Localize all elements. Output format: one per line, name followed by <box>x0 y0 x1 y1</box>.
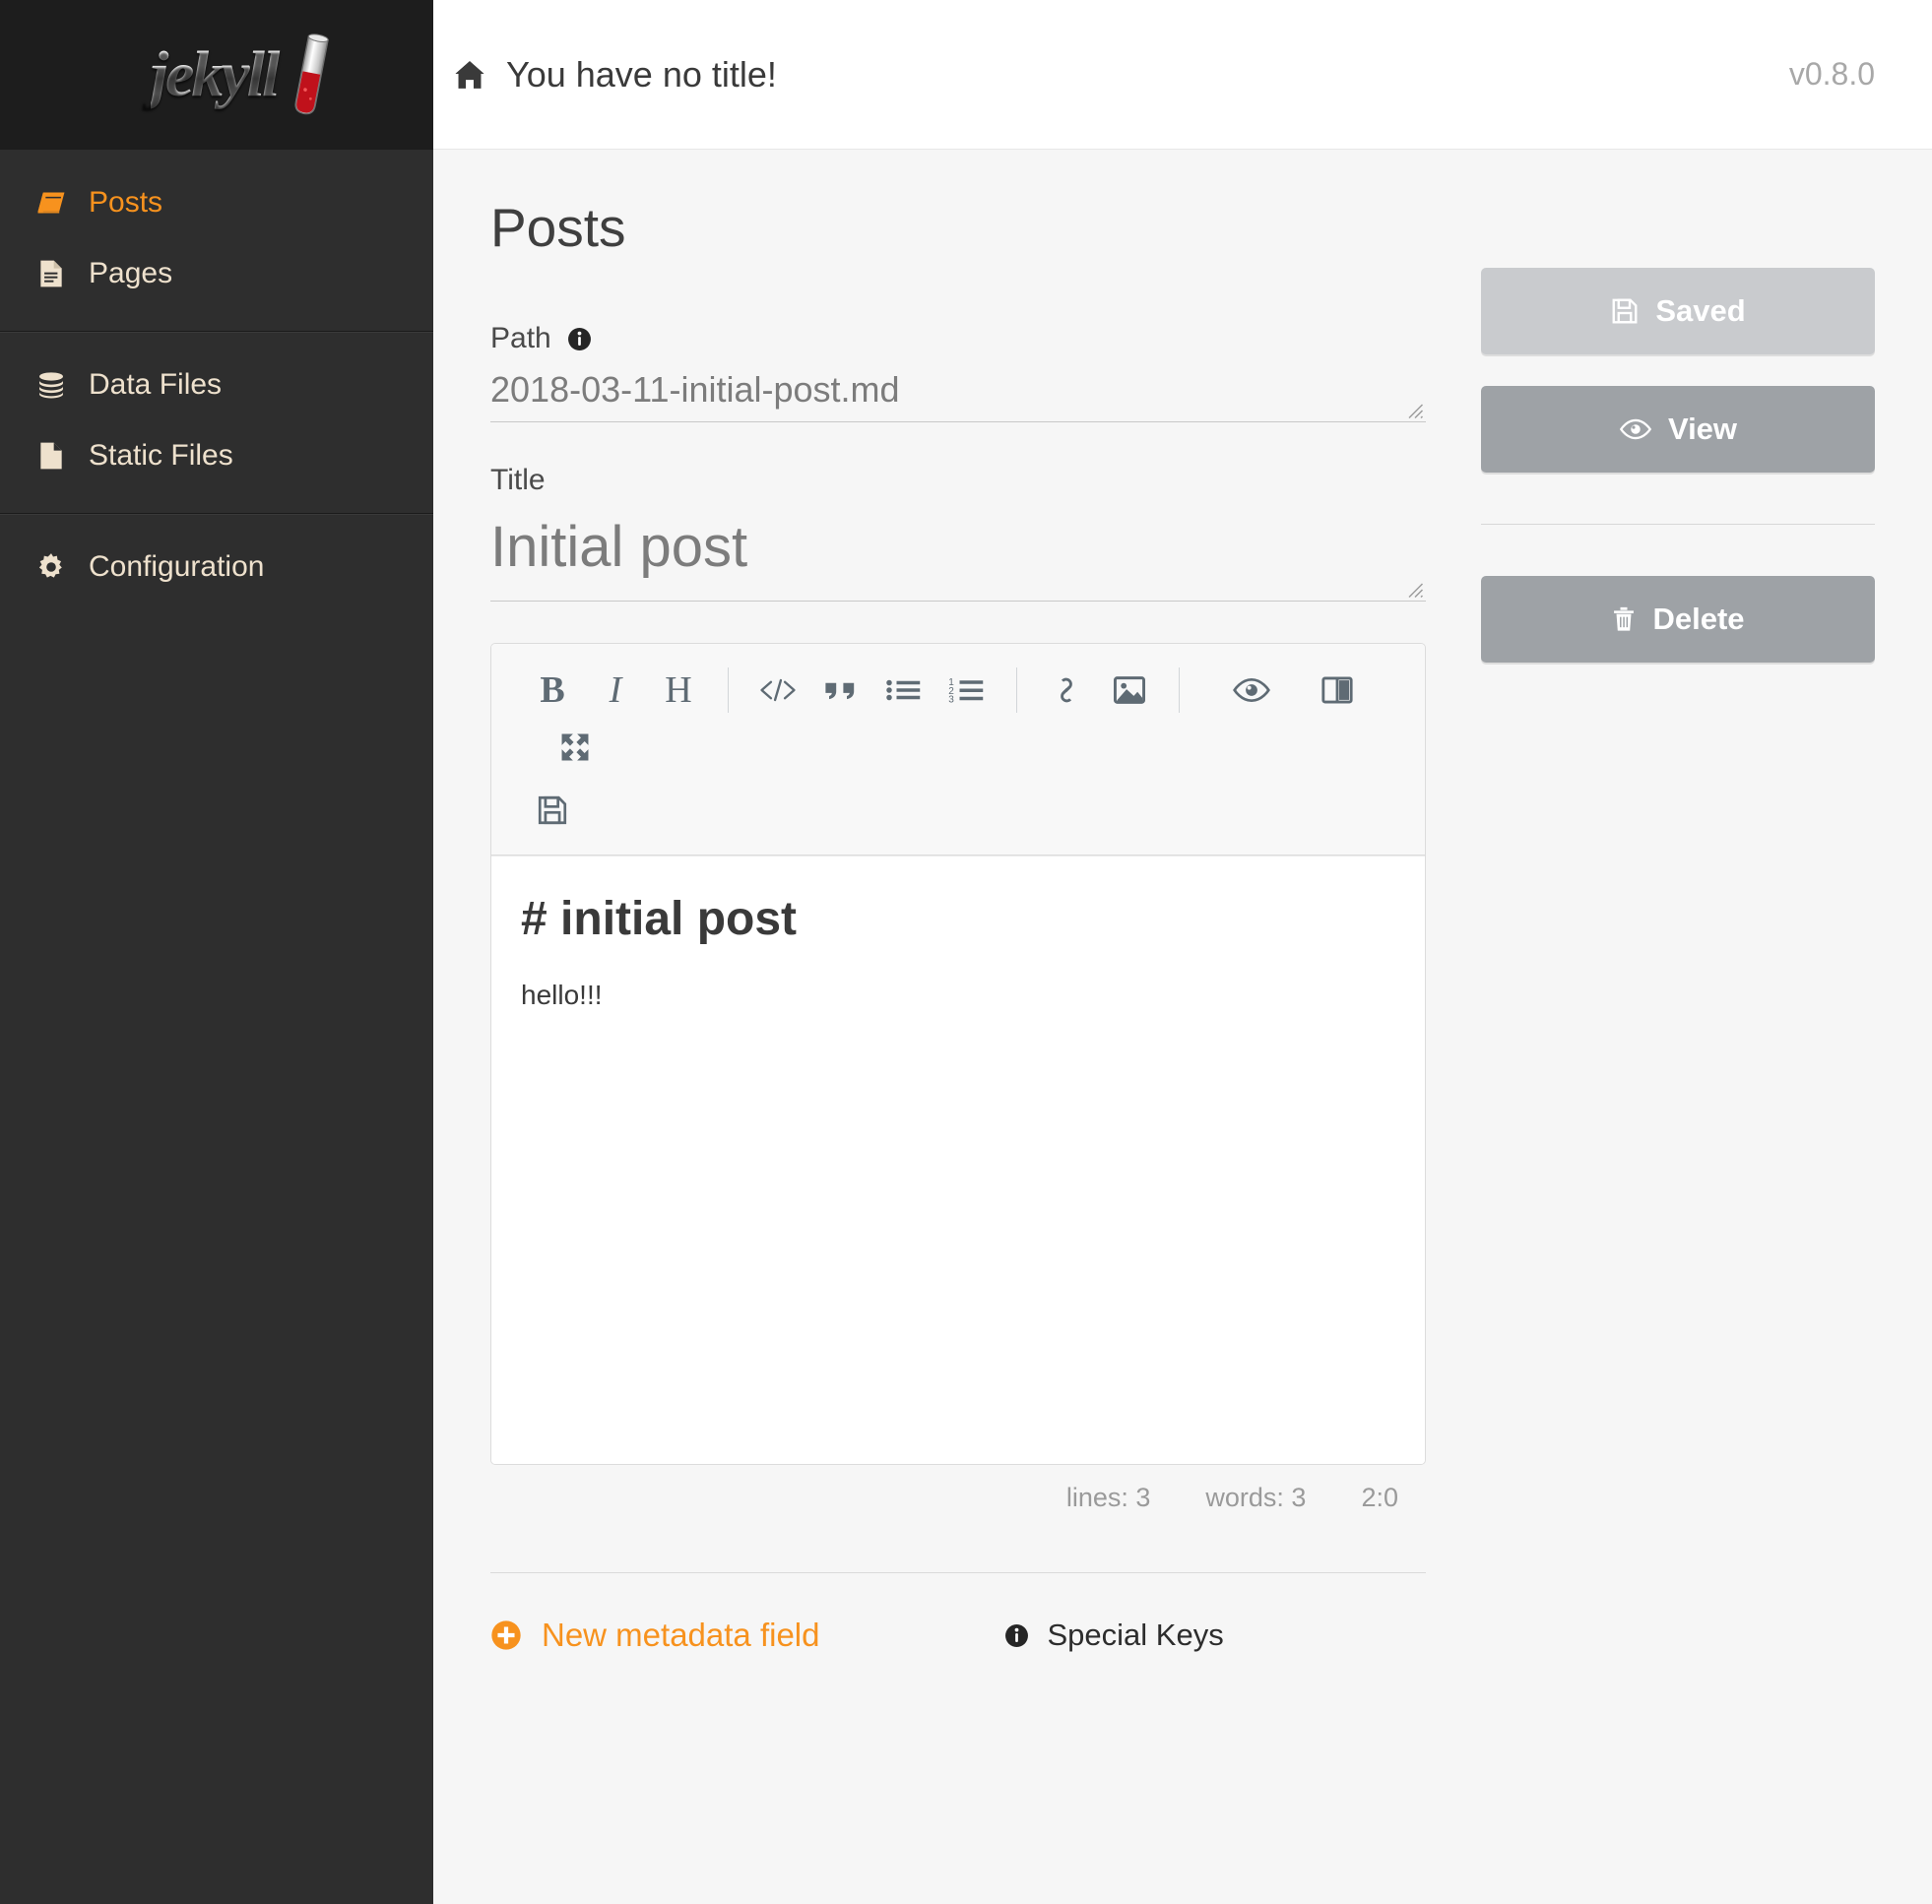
preview-eye-icon[interactable] <box>1223 662 1280 719</box>
title-input[interactable] <box>490 507 1426 602</box>
sidebar-group-settings: Configuration <box>0 514 433 624</box>
sidebar-item-data-files[interactable]: Data Files <box>0 349 433 420</box>
editor-toolbar-row-2 <box>521 776 1395 839</box>
sidebar-item-static-files[interactable]: Static Files <box>0 420 433 491</box>
logo-wrap: jekyll <box>94 26 340 124</box>
sidebar-filler <box>0 624 433 1904</box>
status-cursor: 2:0 <box>1361 1483 1398 1512</box>
view-button[interactable]: View <box>1481 386 1875 473</box>
sidebar-item-posts[interactable]: Posts <box>0 167 433 238</box>
logo-text: jekyll <box>151 37 284 112</box>
delete-button[interactable]: Delete <box>1481 576 1875 663</box>
database-icon <box>33 367 69 403</box>
title-label: Title <box>490 464 546 496</box>
ordered-list-icon[interactable]: 1 2 3 <box>938 662 996 719</box>
main-area: You have no title! v0.8.0 Posts Path 201… <box>433 0 1932 1904</box>
editor-statusbar: lines: 3 words: 3 2:0 <box>490 1465 1426 1513</box>
path-label-row: Path <box>490 322 1426 355</box>
italic-glyph: I <box>609 669 622 711</box>
markdown-editor: B I H 1 2 3 # initial post hello!!! <box>490 643 1426 1465</box>
editor-toolbar: B I H 1 2 3 <box>491 644 1425 856</box>
heading-icon[interactable]: H <box>650 662 707 719</box>
editor-line-body: hello!!! <box>521 980 603 1011</box>
column-spacer <box>1426 201 1481 1904</box>
gear-icon <box>33 549 69 585</box>
floppy-icon <box>1612 298 1638 324</box>
toolbar-separator <box>1179 667 1180 713</box>
save-button-label: Saved <box>1655 293 1746 328</box>
info-circle-icon <box>1005 1623 1029 1647</box>
sidebar-item-label: Data Files <box>89 368 223 401</box>
save-floppy-icon[interactable] <box>524 782 581 839</box>
sidebar: jekyll Posts Pages Data Files Static Fil… <box>0 0 433 1904</box>
code-icon[interactable] <box>749 662 806 719</box>
path-label: Path <box>490 322 551 354</box>
form-column: Posts Path 2018-03-11-initial-post.md Ti… <box>490 201 1426 1904</box>
sidebar-item-configuration[interactable]: Configuration <box>0 532 433 603</box>
book-icon <box>33 185 69 221</box>
brand-logo[interactable]: jekyll <box>0 0 433 150</box>
test-tube-icon <box>294 33 329 115</box>
plus-circle-icon <box>491 1620 521 1650</box>
toolbar-separator <box>728 667 729 713</box>
eye-icon <box>1619 418 1652 440</box>
title-input-wrap <box>490 507 1426 602</box>
sidebar-group-files: Data Files Static Files <box>0 332 433 514</box>
fullscreen-icon[interactable] <box>547 719 604 776</box>
path-input-wrap <box>490 365 1426 422</box>
svg-text:3: 3 <box>948 695 954 706</box>
delete-button-label: Delete <box>1652 602 1745 636</box>
unordered-list-icon[interactable] <box>875 662 933 719</box>
topbar: You have no title! v0.8.0 <box>433 0 1932 150</box>
version-label: v0.8.0 <box>1788 56 1875 92</box>
title-field-group: Title <box>490 464 1426 602</box>
page-subtitle: You have no title! <box>506 53 777 95</box>
footer-actions: New metadata field Special Keys <box>490 1573 1426 1654</box>
italic-icon[interactable]: I <box>587 662 644 719</box>
path-input[interactable] <box>490 365 1426 422</box>
image-icon[interactable] <box>1101 662 1158 719</box>
topbar-title-group: You have no title! <box>453 54 777 95</box>
info-circle-icon[interactable] <box>567 327 592 351</box>
status-words: words: 3 <box>1205 1483 1307 1512</box>
file-text-icon <box>33 256 69 291</box>
side-by-side-icon[interactable] <box>1309 662 1366 719</box>
content-area: Posts Path 2018-03-11-initial-post.md Ti… <box>433 150 1932 1904</box>
save-button[interactable]: Saved <box>1481 268 1875 354</box>
actions-column: Saved View Delete <box>1481 201 1875 1904</box>
sidebar-item-label: Pages <box>89 257 173 289</box>
special-keys-button[interactable]: Special Keys <box>1004 1618 1224 1653</box>
view-button-label: View <box>1667 412 1738 446</box>
title-label-row: Title <box>490 464 1426 497</box>
bold-icon[interactable]: B <box>524 662 581 719</box>
path-field-group: Path <box>490 322 1426 422</box>
bold-glyph: B <box>540 669 565 711</box>
sidebar-item-label: Configuration <box>89 550 265 583</box>
link-icon[interactable] <box>1038 662 1095 719</box>
home-icon[interactable] <box>453 58 486 92</box>
toolbar-separator <box>1016 667 1017 713</box>
new-metadata-field-label: New metadata field <box>542 1617 820 1653</box>
sidebar-item-label: Static Files <box>89 439 233 472</box>
app-root: jekyll Posts Pages Data Files Static Fil… <box>0 0 1932 1904</box>
trash-icon <box>1614 606 1635 631</box>
status-lines: lines: 3 <box>1065 1483 1151 1512</box>
sidebar-item-pages[interactable]: Pages <box>0 238 433 309</box>
special-keys-label: Special Keys <box>1047 1618 1224 1652</box>
quote-icon[interactable] <box>812 662 869 719</box>
editor-content[interactable]: # initial post hello!!! <box>491 856 1425 1464</box>
sidebar-group-content: Posts Pages <box>0 150 433 332</box>
sidebar-item-label: Posts <box>89 186 163 219</box>
page-title: Posts <box>490 197 626 258</box>
new-metadata-field-button[interactable]: New metadata field <box>490 1617 819 1654</box>
heading-glyph: H <box>665 669 692 711</box>
file-icon <box>33 438 69 474</box>
editor-line-heading: # initial post <box>521 893 798 945</box>
actions-divider <box>1481 524 1875 525</box>
